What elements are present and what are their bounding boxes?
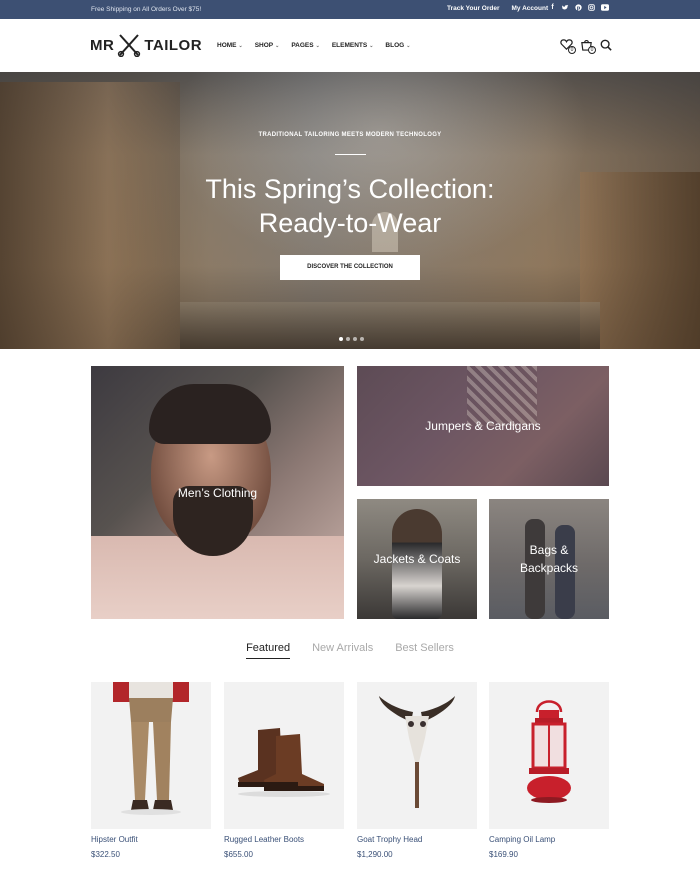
main-nav: HOME ⌄ SHOP ⌄ PAGES ⌄ ELEMENTS ⌄ BLOG ⌄ — [217, 42, 410, 49]
category-label: Jumpers & Cardigans — [425, 419, 541, 433]
cart-button[interactable]: 0 — [580, 38, 596, 54]
nav-item-pages[interactable]: PAGES ⌄ — [291, 42, 319, 49]
category-label: Bags & Backpacks — [489, 541, 609, 577]
wishlist-count-badge: 0 — [568, 46, 576, 54]
hero-eyebrow: TRADITIONAL TAILORING MEETS MODERN TECHN… — [258, 132, 442, 138]
search-icon — [600, 39, 612, 51]
instagram-icon[interactable] — [588, 4, 595, 12]
chevron-down-icon: ⌄ — [275, 42, 280, 49]
hero-headline: This Spring’s Collection: Ready-to-Wear — [0, 172, 700, 240]
slider-dot[interactable] — [360, 337, 364, 341]
slider-dots — [339, 337, 364, 341]
product-card[interactable]: Hipster Outfit $322.50 — [91, 682, 211, 859]
top-bar: Free Shipping on All Orders Over $75! Tr… — [0, 0, 700, 19]
product-image[interactable] — [91, 682, 211, 829]
cart-count-badge: 0 — [588, 46, 596, 54]
header-actions: 0 0 — [560, 38, 614, 54]
chevron-down-icon: ⌄ — [315, 42, 320, 49]
twitter-icon[interactable] — [562, 4, 569, 12]
nav-label: ELEMENTS — [331, 42, 368, 49]
hero-canal — [180, 302, 600, 349]
nav-item-elements[interactable]: ELEMENTS ⌄ — [332, 42, 374, 49]
nav-label: PAGES — [291, 42, 314, 49]
product-name[interactable]: Rugged Leather Boots — [224, 835, 344, 844]
hero-headline-line1: This Spring’s Collection: — [205, 174, 495, 204]
tab-best-sellers[interactable]: Best Sellers — [395, 642, 454, 659]
scissors-logo-icon — [118, 34, 141, 57]
search-button[interactable] — [600, 38, 614, 52]
track-order-link[interactable]: Track Your Order — [447, 5, 500, 12]
category-label: Men’s Clothing — [177, 486, 258, 500]
top-links: Track Your Order My Account — [447, 5, 548, 12]
product-price: $1,290.00 — [357, 850, 393, 859]
nav-item-home[interactable]: HOME ⌄ — [217, 42, 243, 49]
oil-lamp-illustration — [527, 700, 571, 803]
category-jackets-coats[interactable]: Jackets & Coats — [357, 499, 477, 619]
my-account-link[interactable]: My Account — [512, 5, 549, 12]
product-image[interactable] — [224, 682, 344, 829]
product-name[interactable]: Goat Trophy Head — [357, 835, 477, 844]
youtube-icon[interactable] — [601, 4, 609, 12]
slider-dot[interactable] — [339, 337, 343, 341]
goat-skull-illustration — [379, 696, 455, 808]
category-label-line1: Bags & — [529, 543, 569, 557]
category-label-line2: Backpacks — [519, 561, 579, 575]
outfit-illustration — [113, 682, 189, 815]
category-label: Jackets & Coats — [373, 552, 461, 566]
mens-hair-shape — [149, 384, 271, 444]
slider-dot[interactable] — [353, 337, 357, 341]
pinterest-icon[interactable]: p — [575, 4, 582, 12]
boots-illustration — [238, 728, 330, 797]
product-price: $169.90 — [489, 850, 518, 859]
chevron-down-icon: ⌄ — [406, 42, 411, 49]
product-price: $322.50 — [91, 850, 120, 859]
chevron-down-icon: ⌄ — [369, 42, 374, 49]
chevron-down-icon: ⌄ — [238, 42, 243, 49]
hero-banner: TRADITIONAL TAILORING MEETS MODERN TECHN… — [0, 72, 700, 349]
nav-label: HOME — [217, 42, 237, 49]
facebook-icon[interactable]: f — [549, 4, 556, 12]
svg-text:p: p — [577, 6, 581, 11]
tab-new-arrivals[interactable]: New Arrivals — [312, 642, 373, 659]
product-name[interactable]: Camping Oil Lamp — [489, 835, 609, 844]
logo-text-left: MR — [90, 36, 115, 54]
category-bags-backpacks[interactable]: Bags & Backpacks — [489, 499, 609, 619]
shipping-notice: Free Shipping on All Orders Over $75! — [91, 6, 202, 13]
nav-label: BLOG — [385, 42, 405, 49]
product-name[interactable]: Hipster Outfit — [91, 835, 211, 844]
social-links: f p — [549, 4, 609, 12]
product-card[interactable]: Camping Oil Lamp $169.90 — [489, 682, 609, 859]
category-mens-clothing[interactable]: Men’s Clothing — [91, 366, 344, 619]
wishlist-button[interactable]: 0 — [560, 38, 576, 54]
nav-item-shop[interactable]: SHOP ⌄ — [255, 42, 280, 49]
product-card[interactable]: Rugged Leather Boots $655.00 — [224, 682, 344, 859]
nav-label: SHOP — [254, 42, 274, 49]
product-tabs: Featured New Arrivals Best Sellers — [0, 642, 700, 659]
product-image[interactable] — [357, 682, 477, 829]
hero-divider — [335, 154, 366, 155]
nav-item-blog[interactable]: BLOG ⌄ — [385, 42, 410, 49]
logo[interactable]: MR TAILOR — [90, 33, 202, 57]
discover-collection-button[interactable]: DISCOVER THE COLLECTION — [280, 255, 420, 280]
category-jumpers-cardigans[interactable]: Jumpers & Cardigans — [357, 366, 609, 486]
hero-headline-line2: Ready-to-Wear — [258, 208, 442, 238]
product-price: $655.00 — [224, 850, 253, 859]
slider-dot[interactable] — [346, 337, 350, 341]
tab-featured[interactable]: Featured — [246, 642, 291, 659]
site-header: MR TAILOR HOME ⌄ SHOP ⌄ PAGES ⌄ ELEMENTS ⌄ B… — [0, 19, 700, 72]
logo-text-right: TAILOR — [144, 36, 203, 54]
product-image[interactable] — [489, 682, 609, 829]
product-card[interactable]: Goat Trophy Head $1,290.00 — [357, 682, 477, 859]
